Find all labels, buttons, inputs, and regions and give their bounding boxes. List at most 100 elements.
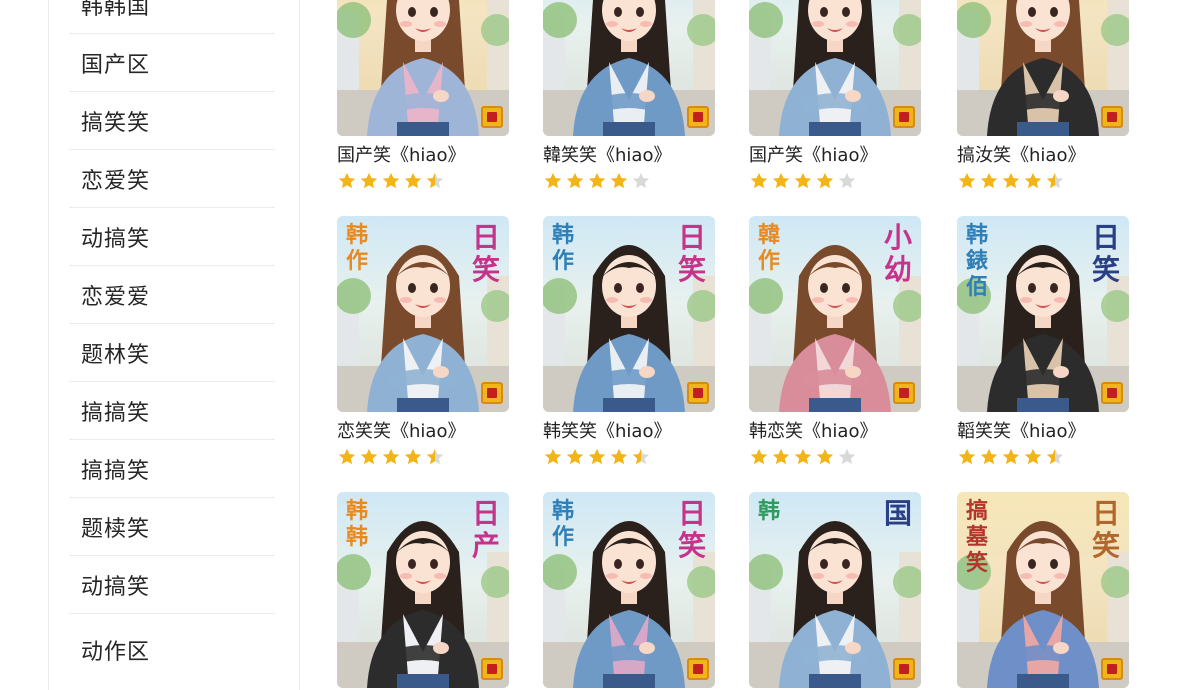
star-icon	[980, 172, 998, 189]
star-icon	[544, 448, 562, 465]
sidebar-item-topic-comedy[interactable]: 题林笑	[69, 324, 275, 382]
star-icon	[1024, 448, 1042, 465]
video-thumbnail[interactable]: 笑	[337, 0, 509, 136]
quality-badge-icon	[1101, 106, 1123, 128]
video-card[interactable]: 韓笑笑《hiao》	[543, 0, 715, 195]
video-card[interactable]: 韩錶佰 日笑韜笑笑《hiao》	[957, 216, 1129, 471]
quality-badge-icon	[1101, 382, 1123, 404]
poster-text-left: 韓作	[757, 222, 780, 274]
star-icon	[338, 448, 356, 465]
star-icon	[382, 172, 400, 189]
poster-text-left: 韩	[757, 498, 780, 524]
poster-text-left: 韩作	[345, 222, 368, 274]
star-icon	[794, 448, 812, 465]
video-card[interactable]: 韩国	[749, 492, 921, 688]
video-title[interactable]: 韩笑笑《hiao》	[543, 420, 715, 444]
star-icon	[958, 172, 976, 189]
sidebar-item-romance-comedy[interactable]: 恋爱笑	[69, 150, 275, 208]
video-title[interactable]: 韩恋笑《hiao》	[749, 420, 921, 444]
video-thumbnail[interactable]: 韩韩 日产	[337, 492, 509, 688]
poster-text-right: 国	[883, 497, 912, 530]
video-card[interactable]: 韩作 日笑	[543, 492, 715, 688]
video-thumbnail[interactable]	[749, 0, 921, 136]
star-icon	[566, 448, 584, 465]
star-icon	[816, 172, 834, 189]
video-thumbnail[interactable]	[543, 0, 715, 136]
video-title[interactable]: 韓笑笑《hiao》	[543, 144, 715, 168]
star-icon	[772, 448, 790, 465]
sidebar-item-action-comedy-2[interactable]: 动搞笑	[69, 556, 275, 614]
star-icon	[980, 448, 998, 465]
star-icon	[610, 172, 628, 189]
quality-badge-icon	[893, 382, 915, 404]
star-icon	[404, 448, 422, 465]
sidebar-item-romance[interactable]: 恋爱爱	[69, 266, 275, 324]
video-thumbnail[interactable]: 搞墓笑 日笑	[957, 492, 1129, 688]
video-card[interactable]: 国产笑《hiao》	[749, 0, 921, 195]
star-icon	[544, 172, 562, 189]
video-card[interactable]: 韩作 日笑韩笑笑《hiao》	[543, 216, 715, 471]
video-card[interactable]: 韩作 日笑恋笑笑《hiao》	[337, 216, 509, 471]
poster-text-left: 韩錶佰	[965, 222, 988, 300]
sidebar-item-gag-2[interactable]: 搞搞笑	[69, 440, 275, 498]
sidebar-item-topic-draft[interactable]: 题椟笑	[69, 498, 275, 556]
quality-badge-icon	[481, 106, 503, 128]
poster-text-left: 韩作	[551, 498, 574, 550]
video-thumbnail[interactable]: 韓作 小幼	[749, 216, 921, 412]
star-rating	[543, 171, 715, 195]
video-card[interactable]: 韓作 小幼韩恋笑《hiao》	[749, 216, 921, 471]
video-thumbnail[interactable]: 韩錶佰 日笑	[957, 216, 1129, 412]
star-icon	[426, 448, 444, 465]
star-icon	[838, 448, 856, 465]
sidebar-item-comedy[interactable]: 搞笑笑	[69, 92, 275, 150]
poster-text-right: 日笑	[471, 221, 500, 286]
star-icon	[426, 172, 444, 189]
video-card[interactable]: 笑国产笑《hiao》	[337, 0, 509, 195]
video-title[interactable]: 韜笑笑《hiao》	[957, 420, 1129, 444]
star-icon	[566, 172, 584, 189]
star-icon	[588, 448, 606, 465]
star-rating	[957, 447, 1129, 471]
video-thumbnail[interactable]: 韩国	[749, 492, 921, 688]
poster-text-right: 小幼	[883, 221, 912, 286]
star-rating	[543, 447, 715, 471]
video-card[interactable]: 韩韩 日产	[337, 492, 509, 688]
quality-badge-icon	[687, 382, 709, 404]
star-icon	[1046, 172, 1064, 189]
poster-text-right: 日笑	[677, 221, 706, 286]
video-thumbnail[interactable]: 笑	[957, 0, 1129, 136]
video-title[interactable]: 国产笑《hiao》	[337, 144, 509, 168]
sidebar-item-domestic[interactable]: 国产区	[69, 34, 275, 92]
sidebar-item-korea[interactable]: 韩韩国	[69, 0, 275, 34]
quality-badge-icon	[893, 658, 915, 680]
sidebar-item-gag-1[interactable]: 搞搞笑	[69, 382, 275, 440]
star-icon	[588, 172, 606, 189]
star-icon	[1024, 172, 1042, 189]
video-title[interactable]: 国产笑《hiao》	[749, 144, 921, 168]
star-icon	[750, 448, 768, 465]
star-icon	[404, 172, 422, 189]
sidebar-item-action-comedy[interactable]: 动搞笑	[69, 208, 275, 266]
video-title[interactable]: 搞汝笑《hiao》	[957, 144, 1129, 168]
quality-badge-icon	[687, 106, 709, 128]
star-rating	[337, 171, 509, 195]
star-icon	[838, 172, 856, 189]
video-card[interactable]: 搞墓笑 日笑	[957, 492, 1129, 688]
star-icon	[750, 172, 768, 189]
star-rating	[337, 447, 509, 471]
star-icon	[610, 448, 628, 465]
video-thumbnail[interactable]: 韩作 日笑	[543, 492, 715, 688]
star-icon	[1002, 172, 1020, 189]
star-icon	[794, 172, 812, 189]
star-rating	[749, 447, 921, 471]
poster-text-left: 搞墓笑	[965, 498, 988, 576]
star-icon	[1002, 448, 1020, 465]
video-thumbnail[interactable]: 韩作 日笑	[543, 216, 715, 412]
sidebar-item-action-zone[interactable]: 动作区	[69, 614, 275, 686]
star-icon	[632, 172, 650, 189]
video-thumbnail[interactable]: 韩作 日笑	[337, 216, 509, 412]
video-title[interactable]: 恋笑笑《hiao》	[337, 420, 509, 444]
poster-text-right: 日笑	[677, 497, 706, 562]
star-icon	[360, 448, 378, 465]
video-card[interactable]: 笑搞汝笑《hiao》	[957, 0, 1129, 195]
